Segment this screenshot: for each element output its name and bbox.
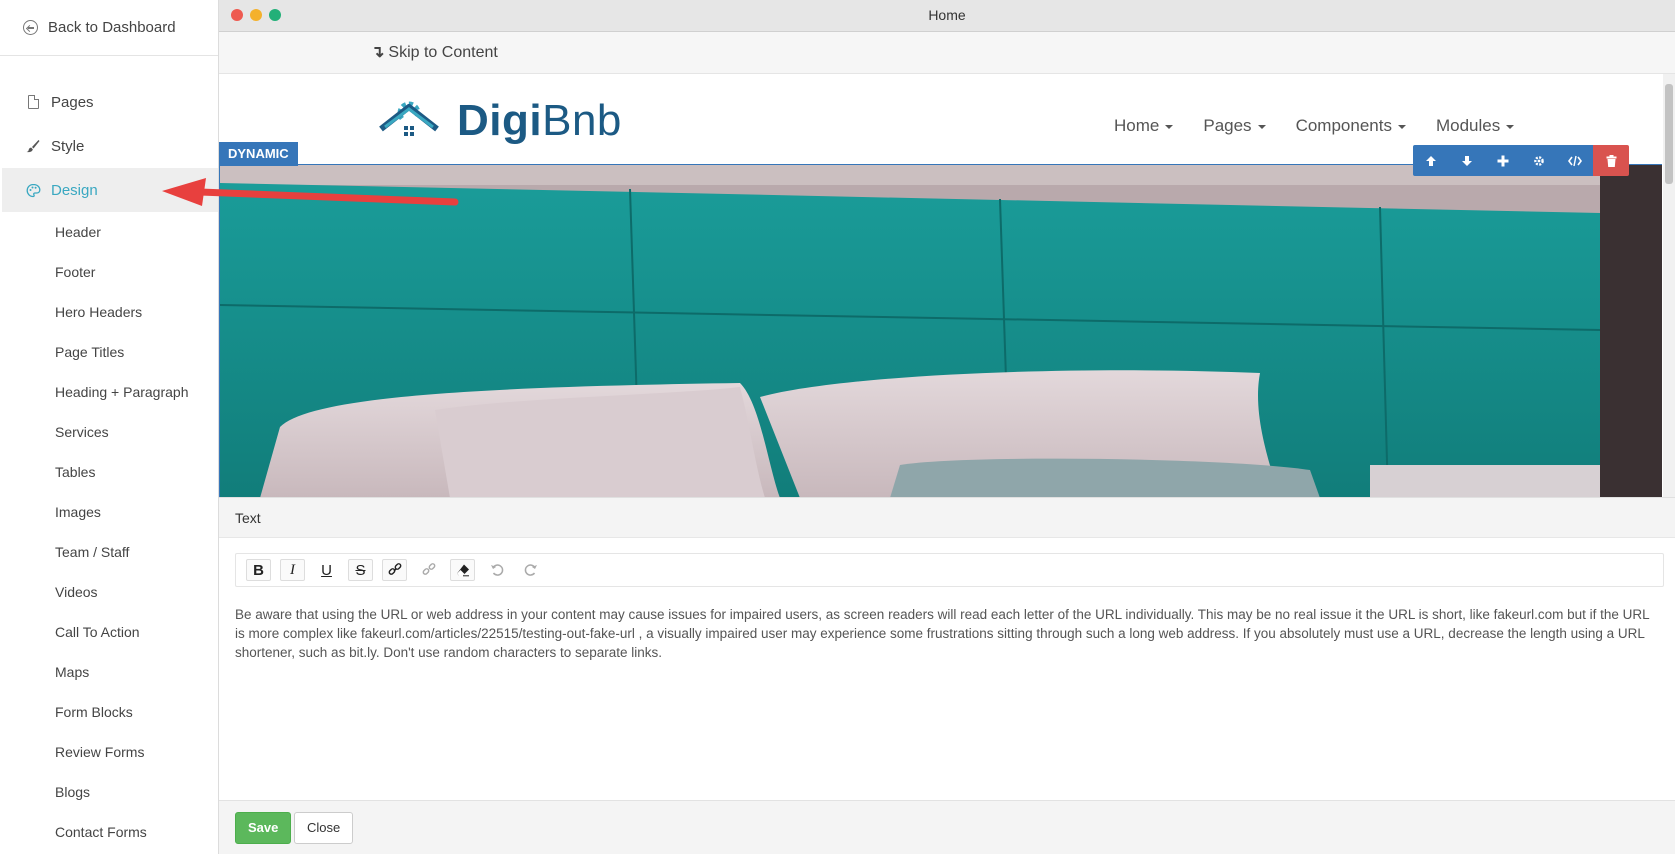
caret-down-icon [1506,124,1515,129]
trash-icon[interactable] [1593,145,1629,176]
sidebar-subitem-header[interactable]: Header [0,212,218,252]
sidebar-subitem-heading-paragraph[interactable]: Heading + Paragraph [0,372,218,412]
preview-window: Home ↴ Skip to Content DigiBnb Home Page… [219,0,1675,854]
sidebar-item-design[interactable]: Design [2,168,218,212]
nav-components[interactable]: Components [1296,116,1406,136]
rich-text-toolbar: B I U S [235,553,1664,587]
sidebar: Back to Dashboard Pages Style Design Hea… [0,0,219,854]
sidebar-subitem-footer[interactable]: Footer [0,252,218,292]
back-label: Back to Dashboard [48,19,176,36]
back-to-dashboard-link[interactable]: Back to Dashboard [0,0,218,56]
sidebar-subitem-services[interactable]: Services [0,412,218,452]
editor-footer: Save Close [219,800,1675,854]
page-icon [25,95,41,109]
sidebar-subitem-review-forms[interactable]: Review Forms [0,732,218,772]
window-title: Home [928,7,966,23]
unlink-icon[interactable] [416,559,441,581]
nav-home[interactable]: Home [1114,116,1174,136]
strikethrough-icon[interactable]: S [348,559,373,581]
sidebar-item-pages[interactable]: Pages [0,80,218,124]
undo-icon[interactable] [484,559,509,581]
sidebar-item-label: Design [51,181,98,199]
window-titlebar: Home [219,0,1675,32]
settings-gear-icon[interactable] [1521,145,1557,176]
code-icon[interactable] [1557,145,1593,176]
link-icon[interactable] [382,559,407,581]
block-toolbar [1413,145,1629,176]
logo-text: DigiBnb [457,96,622,145]
editor-body-text[interactable]: Be aware that using the URL or web addre… [235,605,1655,662]
house-gear-icon [379,101,439,141]
sidebar-subitem-images[interactable]: Images [0,492,218,532]
dynamic-block-badge: DYNAMIC [219,142,298,166]
editor-title: Text [219,498,1675,538]
move-down-icon[interactable] [1449,145,1485,176]
nav-modules[interactable]: Modules [1436,116,1515,136]
sidebar-item-label: Style [51,137,85,155]
sidebar-subitem-call-to-action[interactable]: Call To Action [0,612,218,652]
save-button[interactable]: Save [235,812,292,844]
back-arrow-circle-icon [23,20,38,35]
site-logo[interactable]: DigiBnb [377,96,622,146]
hero-image-block[interactable] [219,164,1662,497]
sidebar-subitem-page-titles[interactable]: Page Titles [0,332,218,372]
skip-to-content-link[interactable]: ↴ Skip to Content [219,32,1675,74]
scrollbar-thumb[interactable] [1665,84,1673,184]
sidebar-subitem-team-staff[interactable]: Team / Staff [0,532,218,572]
move-up-icon[interactable] [1413,145,1449,176]
design-sub-list: Header Footer Hero Headers Page Titles H… [0,212,218,852]
caret-down-icon [1165,124,1174,129]
text-editor-panel: Text B I U S Be aware that using the URL… [219,497,1675,854]
caret-down-icon [1257,124,1266,129]
sidebar-subitem-videos[interactable]: Videos [0,572,218,612]
nav-pages[interactable]: Pages [1203,116,1266,136]
underline-icon[interactable]: U [314,559,339,581]
caret-down-icon [1397,124,1406,129]
sidebar-subitem-maps[interactable]: Maps [0,652,218,692]
hero-bed-image [220,165,1662,497]
page-preview: ↴ Skip to Content DigiBnb Home Pages Com… [219,32,1675,497]
sidebar-subitem-hero-headers[interactable]: Hero Headers [0,292,218,332]
add-block-icon[interactable] [1485,145,1521,176]
eraser-icon[interactable] [450,559,475,581]
sidebar-main-nav: Pages Style Design [0,80,218,212]
sidebar-item-label: Pages [51,93,94,111]
italic-icon[interactable]: I [280,559,305,581]
palette-icon [25,183,41,198]
redo-icon[interactable] [518,559,543,581]
sidebar-subitem-blogs[interactable]: Blogs [0,772,218,812]
close-button[interactable]: Close [294,812,354,844]
site-nav: Home Pages Components Modules [1114,116,1515,136]
preview-scrollbar[interactable] [1663,74,1675,497]
sidebar-subitem-contact-forms[interactable]: Contact Forms [0,812,218,852]
sidebar-subitem-tables[interactable]: Tables [0,452,218,492]
skip-arrow-icon: ↴ [371,44,385,61]
brush-icon [25,139,41,153]
sidebar-item-style[interactable]: Style [0,124,218,168]
sidebar-subitem-form-blocks[interactable]: Form Blocks [0,692,218,732]
bold-icon[interactable]: B [246,559,271,581]
skip-label: Skip to Content [388,44,498,61]
